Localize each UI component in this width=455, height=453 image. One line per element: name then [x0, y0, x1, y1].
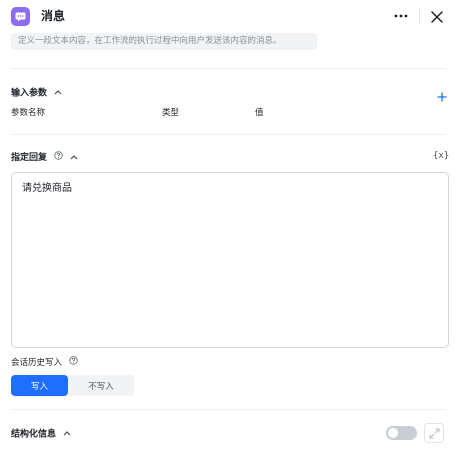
- history-segmented-control: 写入 不写入: [11, 375, 134, 396]
- chevron-up-icon[interactable]: [54, 87, 62, 99]
- reply-textarea[interactable]: 请兑换商品: [11, 172, 449, 348]
- history-header: 会话历史写入: [11, 356, 78, 369]
- structured-title: 结构化信息: [11, 429, 57, 440]
- add-param-icon[interactable]: [437, 87, 447, 102]
- description-text: 定义一段文本内容，在工作流的执行过程中向用户发送该内容的消息。: [18, 36, 282, 46]
- page-title: 消息: [41, 9, 66, 23]
- history-label: 会话历史写入: [11, 358, 63, 368]
- structured-header[interactable]: 结构化信息: [11, 428, 71, 441]
- expand-button[interactable]: [424, 423, 444, 443]
- chevron-up-icon[interactable]: [63, 428, 71, 440]
- column-header-type: 类型: [162, 108, 180, 118]
- reply-title: 指定回复: [11, 153, 48, 163]
- message-icon: [11, 7, 30, 26]
- help-icon[interactable]: [68, 356, 78, 369]
- section-divider: [11, 409, 446, 410]
- history-option-no-write[interactable]: 不写入: [68, 375, 134, 396]
- header-divider: [419, 9, 420, 23]
- expand-icon: [429, 428, 439, 438]
- toggle-knob: [388, 428, 398, 438]
- section-divider: [11, 134, 446, 135]
- history-option-write[interactable]: 写入: [11, 375, 68, 396]
- reply-content: 请兑换商品: [22, 183, 72, 194]
- structured-toggle[interactable]: [386, 426, 417, 440]
- reply-header[interactable]: 指定回复: [11, 151, 78, 164]
- description-box: 定义一段文本内容，在工作流的执行过程中向用户发送该内容的消息。: [11, 33, 317, 50]
- help-icon[interactable]: [54, 151, 63, 164]
- section-divider: [11, 68, 446, 69]
- close-icon[interactable]: [430, 9, 444, 23]
- chevron-up-icon[interactable]: [70, 152, 78, 164]
- more-icon[interactable]: [392, 8, 410, 24]
- column-header-value: 值: [255, 108, 264, 118]
- column-header-name: 参数名称: [11, 108, 46, 118]
- variable-icon[interactable]: {x}: [433, 150, 449, 162]
- input-params-header[interactable]: 输入参数: [11, 87, 62, 100]
- node-header: 消息: [0, 0, 455, 34]
- input-params-title: 输入参数: [11, 88, 48, 99]
